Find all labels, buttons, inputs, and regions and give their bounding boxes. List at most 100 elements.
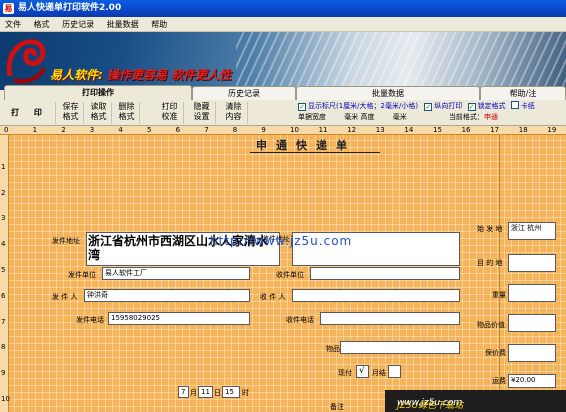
print-calibrate-line1: 打印 xyxy=(161,102,178,111)
menu-history[interactable]: 历史记录 xyxy=(57,17,99,32)
month-field[interactable]: 7 xyxy=(178,386,189,398)
doc-title-underline xyxy=(250,152,380,153)
recipient-label: 收 件 人 xyxy=(260,293,286,301)
lock-format-checkbox[interactable]: ✓ xyxy=(467,103,476,111)
ruler-left-tick: 5 xyxy=(1,266,6,274)
title-bar: 易 易人快递单打印软件2.00 xyxy=(0,0,566,17)
window-title: 易人快递单打印软件2.00 xyxy=(18,3,122,13)
sender-field[interactable]: 钟洪奇 xyxy=(84,289,250,302)
cash-label: 现付 xyxy=(338,369,352,377)
sender-label: 发 件 人 xyxy=(52,293,78,301)
width-unit: 毫米 xyxy=(344,113,359,121)
card-checkbox[interactable] xyxy=(510,101,519,109)
delete-format-line1: 删除 xyxy=(118,102,135,111)
clear-content-line2: 内容 xyxy=(225,112,242,121)
menu-file[interactable]: 文件 xyxy=(0,17,26,32)
ruler-top-tick: 19 xyxy=(547,126,557,134)
ruler-left-tick: 1 xyxy=(1,162,6,171)
url-watermark: http://www.jz5u.com xyxy=(210,234,353,248)
insurance-field[interactable] xyxy=(508,344,556,362)
current-format-value[interactable]: 申通 xyxy=(484,113,498,121)
ruler-top-tick: 14 xyxy=(404,126,414,134)
hour-field[interactable]: 15 xyxy=(222,386,240,398)
guide-line xyxy=(499,135,500,412)
menu-batch-data[interactable]: 批量数据 xyxy=(102,17,144,32)
app-icon: 易 xyxy=(3,3,14,14)
doc-title: 申通快递单 xyxy=(256,139,356,152)
hide-settings-line1: 隐藏 xyxy=(193,102,210,111)
value-label: 物品价值 xyxy=(477,321,505,329)
main-tabs: 打印操作 历史记录 批量数据 帮助/注 xyxy=(0,85,566,100)
tab-history[interactable]: 历史记录 xyxy=(192,86,296,100)
recipient-company-label: 收件单位 xyxy=(276,271,304,279)
brand-logo-icon xyxy=(6,39,46,84)
weight-label: 重量 xyxy=(492,291,506,299)
origin-label: 始 发 地 xyxy=(477,225,503,233)
print-canvas[interactable]: 0123456789101112131415161718192021 12345… xyxy=(0,126,566,412)
weight-field[interactable] xyxy=(508,284,556,302)
ruler-top-tick: 1 xyxy=(32,126,38,134)
value-field[interactable] xyxy=(508,314,556,332)
freight-field[interactable]: ¥20.00 xyxy=(508,374,556,388)
ruler-top-tick: 17 xyxy=(490,126,500,134)
ruler-left-tick: 3 xyxy=(1,214,6,223)
monthly-checkbox[interactable] xyxy=(388,365,401,378)
recipient-company-field[interactable] xyxy=(310,267,460,280)
height-unit: 毫米 xyxy=(392,113,407,121)
menu-help[interactable]: 帮助 xyxy=(146,17,172,32)
show-ruler-checkbox[interactable]: ✓ xyxy=(298,103,306,111)
goods-label: 物品 xyxy=(326,345,340,353)
tab-batch-data[interactable]: 批量数据 xyxy=(296,86,480,100)
ruler-top-tick: 12 xyxy=(347,126,357,134)
options-panel: ✓ 显示标尺(1厘米/大格；2毫米/小格) ✓ 纵向打印 ✓ 锁定格式 卡纸 单据宽度… xyxy=(298,101,566,123)
ruler-left-tick: 7 xyxy=(1,317,6,326)
portrait-checkbox[interactable]: ✓ xyxy=(424,103,433,111)
load-format-button[interactable]: 读取 格式 xyxy=(86,102,112,124)
sender-company-field[interactable]: 易人软件工厂 xyxy=(102,267,250,280)
save-format-line2: 格式 xyxy=(62,112,79,121)
show-ruler-label: 显示标尺(1厘米/大格；2毫米/小格) xyxy=(308,102,419,110)
ruler-left-tick: 9 xyxy=(1,369,6,378)
destination-field[interactable] xyxy=(508,254,556,272)
ruler-left-tick: 4 xyxy=(1,240,6,249)
clear-content-button[interactable]: 清除 内容 xyxy=(220,102,248,124)
print-calibrate-button[interactable]: 打印 校准 xyxy=(156,102,184,124)
recipient-phone-label: 收件电话 xyxy=(286,316,314,324)
ruler-top-tick: 6 xyxy=(175,126,181,134)
recipient-field[interactable] xyxy=(292,289,460,302)
origin-field[interactable]: 浙江 杭州 xyxy=(508,222,556,240)
ruler-top-tick: 0 xyxy=(4,126,9,134)
month-unit: 月 xyxy=(190,389,197,397)
ruler-top-tick: 9 xyxy=(261,126,266,134)
tab-print[interactable]: 打印操作 xyxy=(4,85,192,100)
delete-format-line2: 格式 xyxy=(118,112,135,121)
goods-field[interactable] xyxy=(340,341,460,354)
sender-phone-field[interactable]: 15958029025 xyxy=(108,312,250,325)
ruler-left-tick: 8 xyxy=(1,343,6,352)
insurance-label: 保价费 xyxy=(485,349,506,357)
ruler-left: 1 2 3 4 5 6 7 8 9 10 xyxy=(0,135,10,412)
clear-content-line1: 清除 xyxy=(225,102,242,111)
save-format-button[interactable]: 保存 格式 xyxy=(58,102,84,124)
menu-format[interactable]: 格式 xyxy=(29,17,55,32)
ruler-top-tick: 10 xyxy=(290,126,299,134)
menu-bar: 文件 格式 历史记录 批量数据 帮助 xyxy=(0,17,566,32)
day-unit: 日 xyxy=(214,389,221,397)
cash-checkbox[interactable]: √ xyxy=(356,365,369,378)
sender-company-label: 发件单位 xyxy=(68,271,96,279)
ruler-top-tick: 18 xyxy=(518,126,528,134)
height-label: 高度 xyxy=(360,113,375,121)
ruler-top-tick: 16 xyxy=(461,126,471,134)
delete-format-button[interactable]: 删除 格式 xyxy=(114,102,140,124)
recipient-phone-field[interactable] xyxy=(320,312,460,325)
ruler-top-tick: 15 xyxy=(433,126,442,134)
load-format-line2: 格式 xyxy=(90,112,107,121)
ruler-top-tick: 4 xyxy=(118,126,123,134)
current-format-label: 当前格式： xyxy=(448,113,484,121)
day-field[interactable]: 11 xyxy=(198,386,213,398)
tab-help[interactable]: 帮助/注 xyxy=(480,86,566,100)
hide-settings-button[interactable]: 隐藏 设置 xyxy=(188,102,216,124)
download-site-watermark: JZ5U绿色下载站 www.jz5u.com xyxy=(385,390,566,412)
remarks-label: 备注 xyxy=(330,403,344,411)
print-button[interactable]: 打 印 xyxy=(4,102,56,124)
